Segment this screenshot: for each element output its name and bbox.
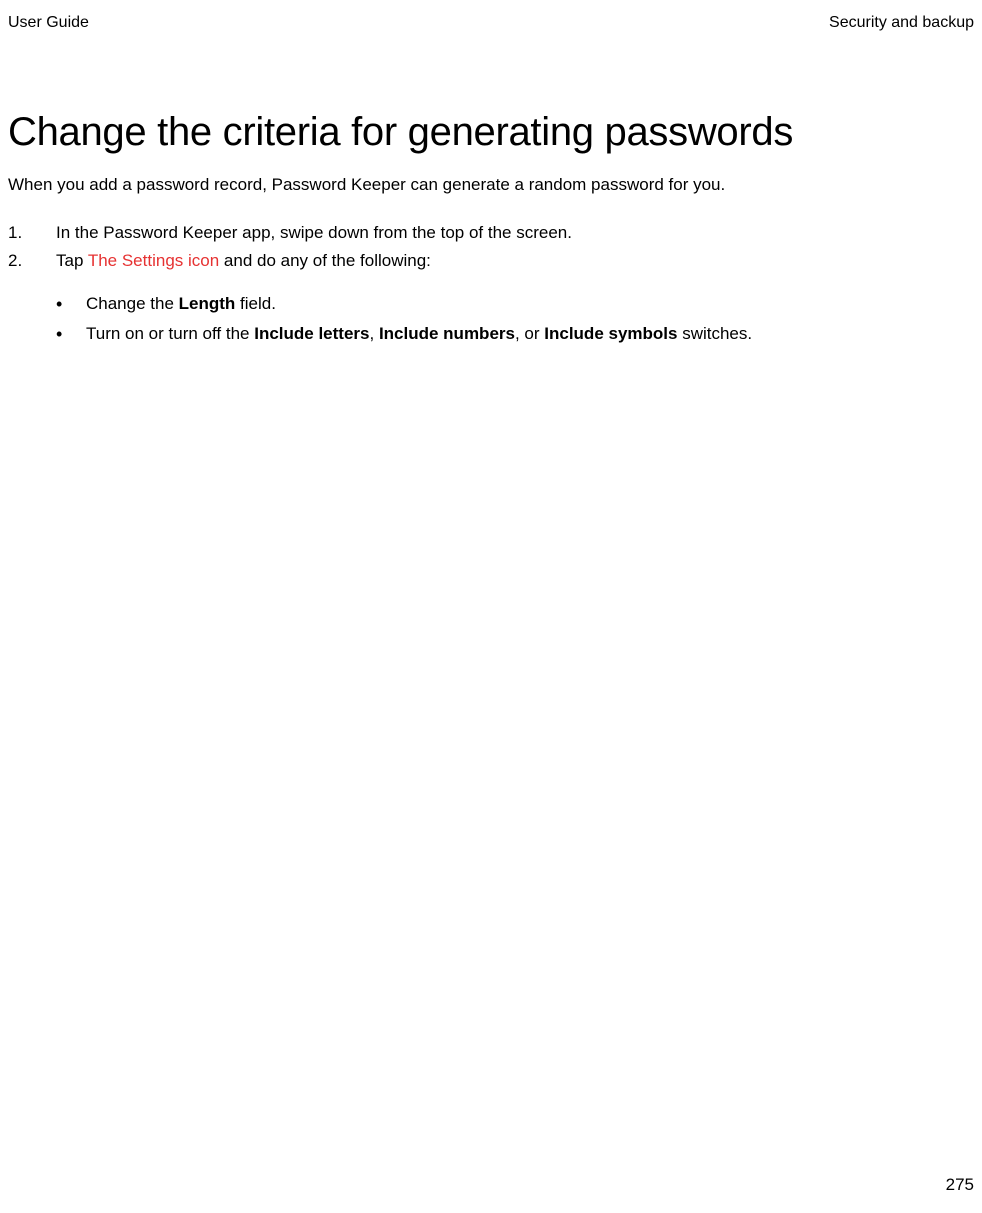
page-header: User Guide Security and backup — [0, 0, 982, 32]
text-segment: Turn on or turn off the — [86, 324, 254, 343]
intro-paragraph: When you add a password record, Password… — [8, 173, 974, 197]
numbered-steps: In the Password Keeper app, swipe down f… — [8, 219, 974, 275]
page-title: Change the criteria for generating passw… — [8, 110, 974, 155]
text-segment: , — [369, 324, 378, 343]
step-item: Tap The Settings icon and do any of the … — [8, 247, 974, 275]
step-text-prefix: Tap — [56, 251, 88, 270]
text-segment: , or — [515, 324, 544, 343]
settings-icon-link[interactable]: The Settings icon — [88, 251, 219, 270]
step-text: In the Password Keeper app, swipe down f… — [56, 223, 572, 242]
header-left: User Guide — [8, 14, 89, 32]
list-item: Turn on or turn off the Include letters,… — [8, 319, 974, 349]
header-right: Security and backup — [829, 14, 974, 32]
bold-term: Include numbers — [379, 324, 515, 343]
step-item: In the Password Keeper app, swipe down f… — [8, 219, 974, 247]
bulleted-list: Change the Length field. Turn on or turn… — [8, 289, 974, 349]
step-text-suffix: and do any of the following: — [219, 251, 431, 270]
bold-term: Include symbols — [544, 324, 677, 343]
page-number: 275 — [946, 1175, 974, 1195]
page-content: Change the criteria for generating passw… — [0, 110, 982, 348]
text-segment: field. — [235, 294, 276, 313]
text-segment: Change the — [86, 294, 179, 313]
bold-term: Length — [179, 294, 236, 313]
list-item: Change the Length field. — [8, 289, 974, 319]
text-segment: switches. — [677, 324, 752, 343]
bold-term: Include letters — [254, 324, 369, 343]
